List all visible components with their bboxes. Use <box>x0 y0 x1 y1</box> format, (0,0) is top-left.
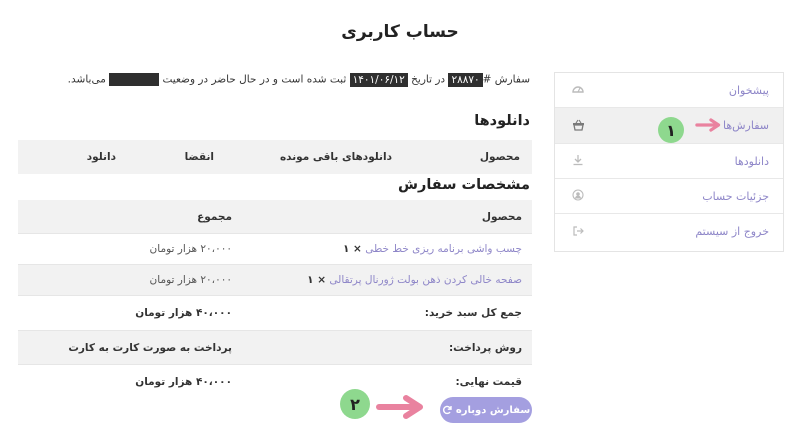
notice-suffix: ثبت شده است و در حال حاضر در وضعیت <box>159 73 350 86</box>
account-sidebar: پیشخوان سفارش‌ها دانلودها جزئیات حساب خر… <box>554 72 784 252</box>
col-total: مجموع <box>197 210 232 223</box>
annotation-arrow-1 <box>695 118 721 132</box>
subtotal-row: جمع کل سبد خرید: ۴۰،۰۰۰ هزار تومان <box>18 296 532 331</box>
product-link[interactable]: صفحه خالی کردن ذهن بولت ژورنال پرتقالی <box>329 274 522 286</box>
product-qty: × ۱ <box>342 243 362 255</box>
col-remaining: دانلودهای باقی مونده <box>279 151 392 163</box>
annotation-badge-1: ۱ <box>658 117 684 143</box>
payment-value: پرداخت به صورت کارت به کارت <box>68 341 232 354</box>
price-cell: ۲۰،۰۰۰ هزار تومان <box>149 243 232 255</box>
basket-icon <box>571 119 585 133</box>
notice-prefix: سفارش # <box>482 73 530 86</box>
downloads-table-header: محصول دانلودهای باقی مونده انقضا دانلود <box>18 140 532 174</box>
order-status-redacted <box>109 73 160 86</box>
user-icon <box>571 189 585 203</box>
page-title: حساب کاربری <box>341 22 459 42</box>
downloads-title: دانلودها <box>474 113 530 129</box>
notice-middle: در تاریخ <box>407 73 449 86</box>
annotation-badge-2: ۲ <box>340 389 370 419</box>
sidebar-item-label: خروج از سیستم <box>695 225 769 238</box>
final-label: قیمت نهایی: <box>455 376 522 388</box>
product-cell: صفحه خالی کردن ذهن بولت ژورنال پرتقالی ×… <box>307 265 522 295</box>
reorder-button[interactable]: سفارش دوباره <box>440 397 532 423</box>
col-product: محصول <box>481 210 522 223</box>
annotation-arrow-2 <box>376 395 423 419</box>
col-product: محصول <box>479 151 520 163</box>
subtotal-value: ۴۰،۰۰۰ هزار تومان <box>135 307 232 319</box>
order-details-title: مشخصات سفارش <box>397 177 530 193</box>
sidebar-item-label: پیشخوان <box>728 83 769 97</box>
dashboard-icon <box>571 83 585 97</box>
payment-label: روش پرداخت: <box>448 341 522 354</box>
product-qty: × ۱ <box>307 274 327 286</box>
reorder-label: سفارش دوباره <box>455 404 531 416</box>
product-link[interactable]: چسب واشی برنامه ریزی خط خطی <box>365 243 522 255</box>
sidebar-item-label: دانلودها <box>734 154 769 168</box>
sidebar-item-account-details[interactable]: جزئیات حساب <box>555 179 783 214</box>
product-cell: چسب واشی برنامه ریزی خط خطی × ۱ <box>343 234 522 264</box>
subtotal-label: جمع کل سبد خرید: <box>424 307 522 319</box>
table-row: چسب واشی برنامه ریزی خط خطی × ۱ ۲۰،۰۰۰ ه… <box>18 234 532 265</box>
price-cell: ۲۰،۰۰۰ هزار تومان <box>149 274 232 286</box>
col-expiry: انقضا <box>184 151 214 163</box>
download-icon <box>571 154 585 168</box>
order-date: ۱۴۰۱/۰۶/۱۲ <box>349 72 408 87</box>
final-value: ۴۰،۰۰۰ هزار تومان <box>135 376 232 388</box>
sidebar-item-label: جزئیات حساب <box>702 189 769 203</box>
payment-row: روش پرداخت: پرداخت به صورت کارت به کارت <box>18 331 532 365</box>
col-download: دانلود <box>86 151 116 163</box>
sidebar-item-downloads[interactable]: دانلودها <box>555 144 783 179</box>
table-row: صفحه خالی کردن ذهن بولت ژورنال پرتقالی ×… <box>18 265 532 296</box>
final-price-row: قیمت نهایی: ۴۰،۰۰۰ هزار تومان <box>18 365 532 399</box>
order-notice: سفارش #۲۸۸۷۰ در تاریخ ۱۴۰۱/۰۶/۱۲ ثبت شده… <box>68 72 530 87</box>
notice-end: می‌باشد. <box>67 73 110 86</box>
table-header: محصول مجموع <box>18 200 532 234</box>
sidebar-item-logout[interactable]: خروج از سیستم <box>555 214 783 249</box>
sidebar-item-dashboard[interactable]: پیشخوان <box>555 73 783 108</box>
logout-icon <box>571 225 585 239</box>
refresh-icon <box>442 405 452 415</box>
order-number: ۲۸۸۷۰ <box>448 72 483 87</box>
order-details-table: محصول مجموع چسب واشی برنامه ریزی خط خطی … <box>18 200 532 399</box>
